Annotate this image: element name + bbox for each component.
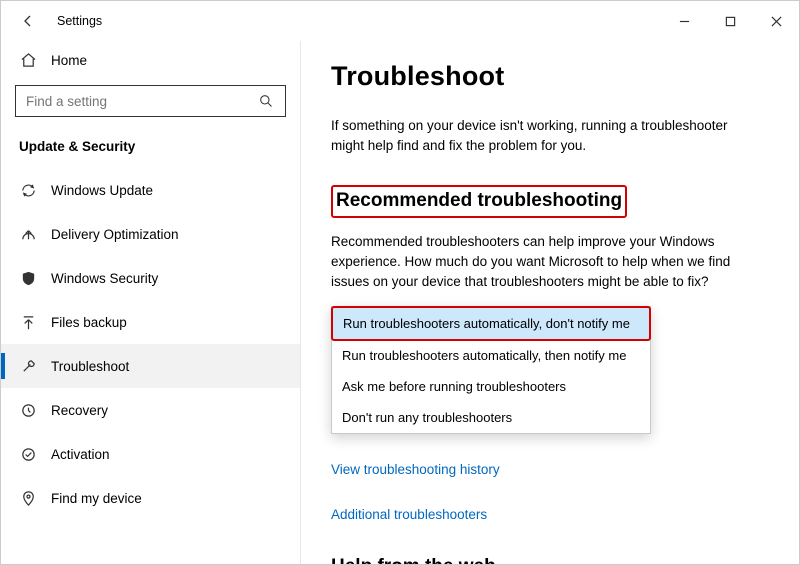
dropdown-option[interactable]: Don't run any troubleshooters — [332, 402, 650, 433]
home-label: Home — [51, 53, 87, 68]
close-icon — [767, 12, 785, 30]
sidebar: Home Update & Security Windows Update De… — [1, 41, 301, 564]
wrench-icon — [19, 357, 37, 375]
shield-icon — [19, 269, 37, 287]
delivery-icon — [19, 225, 37, 243]
sidebar-category: Update & Security — [1, 117, 300, 168]
section-recommended-title: Recommended troubleshooting — [331, 185, 627, 218]
page-title: Troubleshoot — [331, 61, 769, 92]
sync-icon — [19, 181, 37, 199]
sidebar-item-label: Find my device — [51, 491, 142, 506]
sidebar-item-files-backup[interactable]: Files backup — [1, 300, 300, 344]
link-additional-troubleshooters[interactable]: Additional troubleshooters — [331, 507, 769, 522]
location-icon — [19, 489, 37, 507]
link-view-history[interactable]: View troubleshooting history — [331, 462, 769, 477]
search-icon — [257, 92, 275, 110]
dropdown-option[interactable]: Run troubleshooters automatically, don't… — [331, 306, 651, 341]
search-input[interactable] — [15, 85, 286, 117]
sidebar-item-activation[interactable]: Activation — [1, 432, 300, 476]
dropdown-option[interactable]: Run troubleshooters automatically, then … — [332, 340, 650, 371]
recovery-icon — [19, 401, 37, 419]
sidebar-item-troubleshoot[interactable]: Troubleshoot — [1, 344, 300, 388]
activation-icon — [19, 445, 37, 463]
minimize-icon — [675, 12, 693, 30]
troubleshoot-preference-dropdown[interactable]: Run troubleshooters automatically, don't… — [331, 306, 651, 434]
search-field[interactable] — [26, 94, 257, 109]
arrow-left-icon — [19, 12, 37, 30]
sidebar-item-home[interactable]: Home — [1, 41, 300, 79]
intro-text: If something on your device isn't workin… — [331, 116, 761, 157]
content-area: Troubleshoot If something on your device… — [301, 41, 799, 564]
sidebar-item-label: Files backup — [51, 315, 127, 330]
help-heading: Help from the web — [331, 556, 769, 564]
back-button[interactable] — [19, 12, 47, 30]
close-button[interactable] — [753, 1, 799, 41]
sidebar-item-windows-security[interactable]: Windows Security — [1, 256, 300, 300]
sidebar-item-delivery-optimization[interactable]: Delivery Optimization — [1, 212, 300, 256]
maximize-button[interactable] — [707, 1, 753, 41]
minimize-button[interactable] — [661, 1, 707, 41]
sidebar-nav: Windows Update Delivery Optimization Win… — [1, 168, 300, 530]
sidebar-item-label: Windows Security — [51, 271, 158, 286]
home-icon — [19, 51, 37, 69]
window-title: Settings — [57, 14, 102, 28]
section-recommended-desc: Recommended troubleshooters can help imp… — [331, 232, 761, 293]
titlebar: Settings — [1, 1, 799, 41]
backup-icon — [19, 313, 37, 331]
sidebar-item-label: Troubleshoot — [51, 359, 129, 374]
sidebar-item-label: Recovery — [51, 403, 108, 418]
maximize-icon — [721, 12, 739, 30]
sidebar-item-label: Delivery Optimization — [51, 227, 179, 242]
sidebar-item-windows-update[interactable]: Windows Update — [1, 168, 300, 212]
dropdown-option[interactable]: Ask me before running troubleshooters — [332, 371, 650, 402]
sidebar-item-find-my-device[interactable]: Find my device — [1, 476, 300, 520]
window-controls — [661, 1, 799, 41]
sidebar-item-recovery[interactable]: Recovery — [1, 388, 300, 432]
sidebar-item-label: Activation — [51, 447, 110, 462]
sidebar-item-label: Windows Update — [51, 183, 153, 198]
